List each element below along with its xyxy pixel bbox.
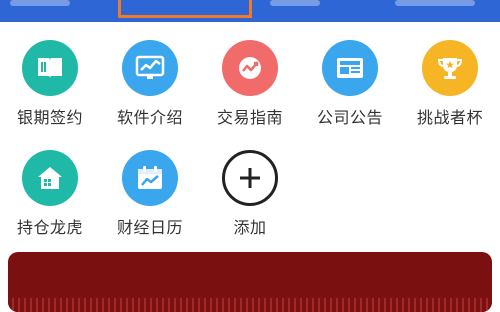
grid-item-software-intro[interactable]: 软件介绍: [100, 40, 200, 140]
grid-item-label: 银期签约: [16, 108, 83, 127]
top-tab-bar: [0, 0, 500, 22]
newspaper-icon: [322, 40, 378, 96]
book-icon: [22, 40, 78, 96]
trophy-icon: [422, 40, 478, 96]
grid-item-label: 交易指南: [216, 108, 283, 127]
grid-item-label: 公司公告: [316, 108, 383, 127]
grid-item-bank-futures-sign[interactable]: 银期签约: [0, 40, 100, 140]
house-icon: [22, 150, 78, 206]
monitor-chart-icon: [122, 40, 178, 96]
tab-blurred-4[interactable]: [395, 0, 475, 6]
grid-item-add[interactable]: 添加: [200, 150, 300, 250]
function-grid: 银期签约 软件介绍 交易指南 公司公告 挑战者杯 持仓龙虎 财经日历 添加: [0, 40, 500, 240]
grid-item-position-ranking[interactable]: 持仓龙虎: [0, 150, 100, 250]
grid-item-label: 挑战者杯: [416, 108, 483, 127]
tab-blurred-3[interactable]: [270, 0, 320, 6]
trend-arrow-icon: [222, 40, 278, 96]
grid-item-trading-guide[interactable]: 交易指南: [200, 40, 300, 140]
grid-item-challenger-cup[interactable]: 挑战者杯: [400, 40, 500, 140]
grid-item-company-announcement[interactable]: 公司公告: [300, 40, 400, 140]
tab-active[interactable]: [118, 0, 252, 18]
tab-blurred-1[interactable]: [10, 0, 70, 6]
grid-item-label: 软件介绍: [116, 108, 183, 127]
grid-item-label: 持仓龙虎: [16, 218, 83, 237]
grid-item-label: 添加: [233, 218, 267, 237]
grid-item-label: 财经日历: [116, 218, 183, 237]
plus-icon: [222, 150, 278, 206]
calendar-chart-icon: [122, 150, 178, 206]
promo-banner[interactable]: [8, 252, 492, 312]
grid-item-finance-calendar[interactable]: 财经日历: [100, 150, 200, 250]
